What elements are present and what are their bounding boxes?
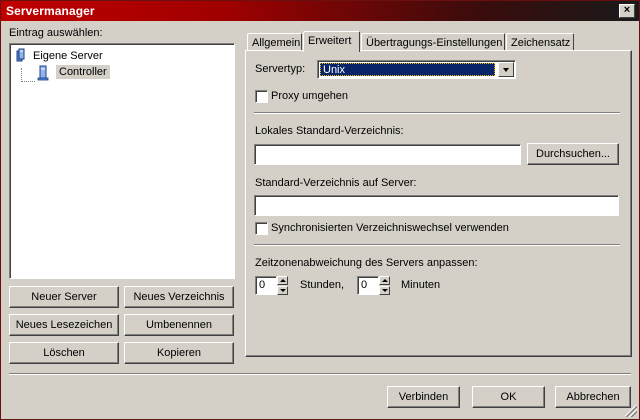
connect-button[interactable]: Verbinden: [387, 386, 460, 408]
remote-dir-label: Standard-Verzeichnis auf Server:: [255, 177, 417, 189]
dropdown-arrow-icon[interactable]: [498, 62, 514, 77]
tree-item-label: Eigene Server: [33, 50, 103, 62]
separator: [254, 244, 620, 246]
minutes-label: Minuten: [401, 279, 441, 291]
proxy-bypass-checkbox[interactable]: [255, 90, 268, 103]
server-type-select[interactable]: Unix: [317, 60, 516, 79]
server-tree[interactable]: Eigene Server Controller: [9, 43, 235, 279]
title-bar[interactable]: Servermanager ×: [1, 1, 639, 21]
tree-connector: [21, 68, 22, 82]
delete-button[interactable]: Löschen: [9, 342, 119, 364]
separator: [254, 112, 620, 114]
tab-general[interactable]: Allgemein: [247, 33, 302, 51]
footer-separator: [9, 373, 631, 375]
remote-dir-input[interactable]: [254, 195, 619, 216]
select-entry-label: Eintrag auswählen:: [9, 27, 103, 39]
window-title: Servermanager: [6, 4, 95, 18]
close-button[interactable]: ×: [619, 4, 635, 18]
proxy-bypass-label: Proxy umgehen: [271, 90, 349, 102]
hours-down-icon[interactable]: [277, 286, 288, 295]
resize-grip-icon[interactable]: [625, 405, 637, 417]
server-group-icon: [16, 48, 25, 62]
timezone-label: Zeitzonenabweichung des Servers anpassen…: [255, 257, 478, 269]
browse-button[interactable]: Durchsuchen...: [527, 143, 619, 165]
server-type-label: Servertyp:: [255, 63, 306, 75]
tab-advanced[interactable]: Erweitert: [303, 31, 360, 52]
server-icon: [37, 65, 49, 81]
tab-charset[interactable]: Zeichensatz: [506, 33, 574, 51]
cancel-button[interactable]: Abbrechen: [555, 386, 631, 408]
hours-up-icon[interactable]: [277, 276, 288, 285]
new-bookmark-button[interactable]: Neues Lesezeichen: [9, 314, 119, 336]
sync-browse-checkbox[interactable]: [255, 222, 268, 235]
server-type-value: Unix: [320, 63, 495, 76]
hours-input[interactable]: 0: [255, 276, 277, 295]
ok-button[interactable]: OK: [472, 386, 545, 408]
new-server-button[interactable]: Neuer Server: [9, 286, 119, 308]
hours-label: Stunden,: [300, 279, 345, 291]
tab-transfer-settings[interactable]: Übertragungs-Einstellungen: [361, 33, 505, 51]
minutes-up-icon[interactable]: [379, 276, 390, 285]
local-dir-label: Lokales Standard-Verzeichnis:: [255, 125, 404, 137]
tree-connector: [21, 81, 35, 82]
rename-button[interactable]: Umbenennen: [124, 314, 234, 336]
local-dir-input[interactable]: [254, 144, 521, 165]
tree-item-label: Controller: [56, 65, 110, 79]
copy-button[interactable]: Kopieren: [124, 342, 234, 364]
minutes-down-icon[interactable]: [379, 286, 390, 295]
sync-browse-label: Synchronisierten Verzeichniswechsel verw…: [271, 222, 509, 234]
servermanager-window: Servermanager × Eintrag auswählen: Eigen…: [0, 0, 640, 420]
new-folder-button[interactable]: Neues Verzeichnis: [124, 286, 234, 308]
minutes-input[interactable]: 0: [357, 276, 379, 295]
